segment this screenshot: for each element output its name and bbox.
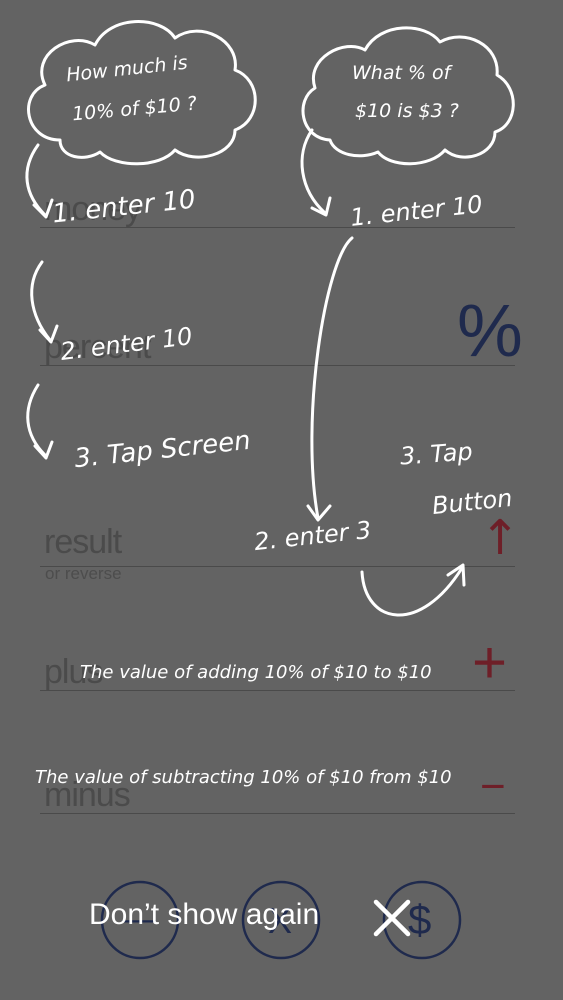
right-arrow-1 bbox=[300, 128, 327, 215]
left-arrow-3 bbox=[26, 383, 47, 457]
right-step-3-line1: 3. Tap bbox=[399, 437, 474, 471]
minus-note: The value of subtracting 10% of $10 from… bbox=[35, 767, 452, 788]
right-arrow-2 bbox=[310, 236, 354, 520]
close-icon[interactable] bbox=[372, 898, 412, 938]
bubble-right-line1: What % of bbox=[352, 62, 451, 84]
left-arrow-2 bbox=[30, 260, 52, 342]
left-thought-cloud bbox=[27, 20, 257, 166]
bubble-right-line2: $10 is $3 ? bbox=[355, 100, 459, 122]
left-arrow-1 bbox=[25, 143, 47, 217]
dont-show-again-button[interactable]: Don’t show again bbox=[89, 898, 319, 932]
right-arrow-2-head bbox=[306, 504, 332, 522]
left-arrow-1-head bbox=[32, 198, 54, 219]
plus-note: The value of adding 10% of $10 to $10 bbox=[80, 662, 432, 683]
right-thought-cloud bbox=[301, 26, 515, 166]
